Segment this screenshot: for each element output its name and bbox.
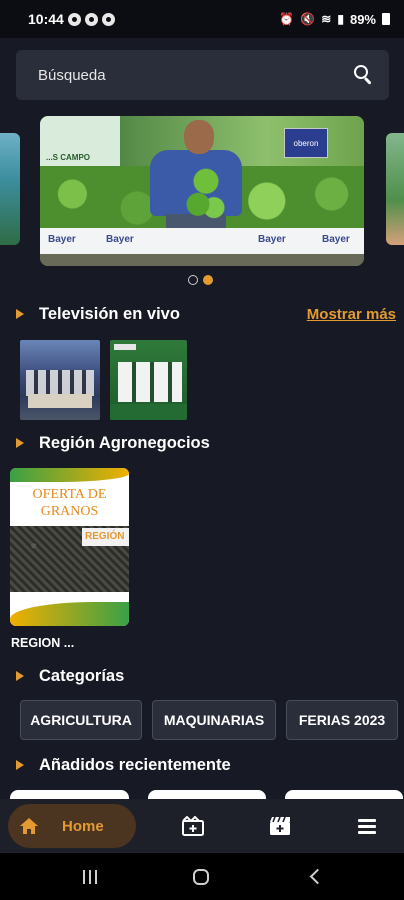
carousel-next-slide[interactable] bbox=[386, 133, 404, 245]
section-title: Añadidos recientemente bbox=[39, 755, 231, 774]
section-live-tv-header: Televisión en vivo Mostrar más bbox=[16, 302, 396, 326]
carousel-dot[interactable] bbox=[188, 275, 198, 285]
fence-brand: Bayer bbox=[322, 234, 350, 245]
search-icon[interactable] bbox=[353, 64, 375, 86]
card-tag: REGIÓN bbox=[82, 528, 129, 546]
carousel-prev-slide[interactable] bbox=[0, 133, 20, 245]
signal-icon: ▮ bbox=[337, 12, 344, 26]
back-icon[interactable] bbox=[309, 869, 319, 885]
section-title: Región Agronegocios bbox=[39, 433, 210, 452]
slide-sign: oberon bbox=[284, 128, 328, 158]
mute-icon: 🔇 bbox=[300, 12, 316, 26]
fence-brand: Bayer bbox=[258, 234, 286, 245]
menu-icon[interactable] bbox=[357, 816, 379, 836]
section-categories-header: Categorías bbox=[16, 664, 396, 688]
live-tv-thumbnail[interactable] bbox=[110, 340, 187, 420]
region-card-caption: REGION ... bbox=[11, 636, 75, 650]
fence-brand: Bayer bbox=[48, 234, 76, 245]
alarm-icon: ⏰ bbox=[279, 12, 295, 26]
carousel-dot-active[interactable] bbox=[203, 275, 213, 285]
section-title: Categorías bbox=[39, 666, 125, 685]
status-left: 10:44 bbox=[28, 11, 115, 27]
home-icon bbox=[20, 818, 38, 834]
battery-icon bbox=[382, 13, 390, 25]
section-recent-header: Añadidos recientemente bbox=[16, 753, 396, 777]
slide-banner: ...S CAMPO bbox=[40, 116, 120, 168]
search-input[interactable]: Búsqueda bbox=[38, 67, 106, 84]
status-bar: 10:44 ⏰ 🔇 ≋ ▮ 89% bbox=[0, 0, 404, 38]
show-more-link[interactable]: Mostrar más bbox=[307, 306, 396, 323]
carousel-slide[interactable]: ...S CAMPO oberon Bayer Bayer Bayer Baye… bbox=[40, 116, 364, 266]
notification-icon bbox=[84, 12, 98, 26]
nav-home-button[interactable]: Home bbox=[8, 804, 136, 848]
carousel-indicator bbox=[188, 275, 213, 285]
recent-apps-icon[interactable] bbox=[82, 870, 98, 884]
category-chip-agricultura[interactable]: AGRICULTURA bbox=[20, 700, 142, 740]
movies-icon[interactable] bbox=[182, 815, 204, 836]
status-right: ⏰ 🔇 ≋ ▮ 89% bbox=[279, 12, 390, 27]
live-tv-thumbnail[interactable] bbox=[20, 340, 100, 420]
wifi-icon: ≋ bbox=[321, 12, 332, 26]
home-circle-icon[interactable] bbox=[193, 869, 209, 885]
category-chip-ferias-2023[interactable]: FERIAS 2023 bbox=[286, 700, 398, 740]
nav-home-label: Home bbox=[62, 817, 104, 835]
section-region-header: Región Agronegocios bbox=[16, 431, 396, 455]
system-nav-bar bbox=[0, 853, 404, 900]
featured-carousel[interactable]: ...S CAMPO oberon Bayer Bayer Bayer Baye… bbox=[0, 113, 404, 268]
card-headline: OFERTA DE GRANOS bbox=[32, 487, 107, 519]
notification-icon bbox=[67, 12, 81, 26]
bottom-nav: Home bbox=[0, 799, 404, 853]
section-title: Televisión en vivo bbox=[39, 304, 180, 323]
section-arrow-icon bbox=[16, 309, 24, 319]
status-time: 10:44 bbox=[28, 11, 64, 27]
category-chip-maquinarias[interactable]: MAQUINARIAS bbox=[152, 700, 276, 740]
region-card[interactable]: OFERTA DE GRANOS REGIÓN bbox=[10, 468, 129, 626]
clapperboard-icon[interactable] bbox=[269, 816, 291, 836]
fence-brand: Bayer bbox=[106, 234, 134, 245]
notification-icon bbox=[101, 12, 115, 26]
battery-percent: 89% bbox=[349, 11, 376, 27]
search-bar[interactable]: Búsqueda bbox=[16, 50, 389, 100]
section-arrow-icon bbox=[16, 438, 24, 448]
section-arrow-icon bbox=[16, 760, 24, 770]
section-arrow-icon bbox=[16, 671, 24, 681]
